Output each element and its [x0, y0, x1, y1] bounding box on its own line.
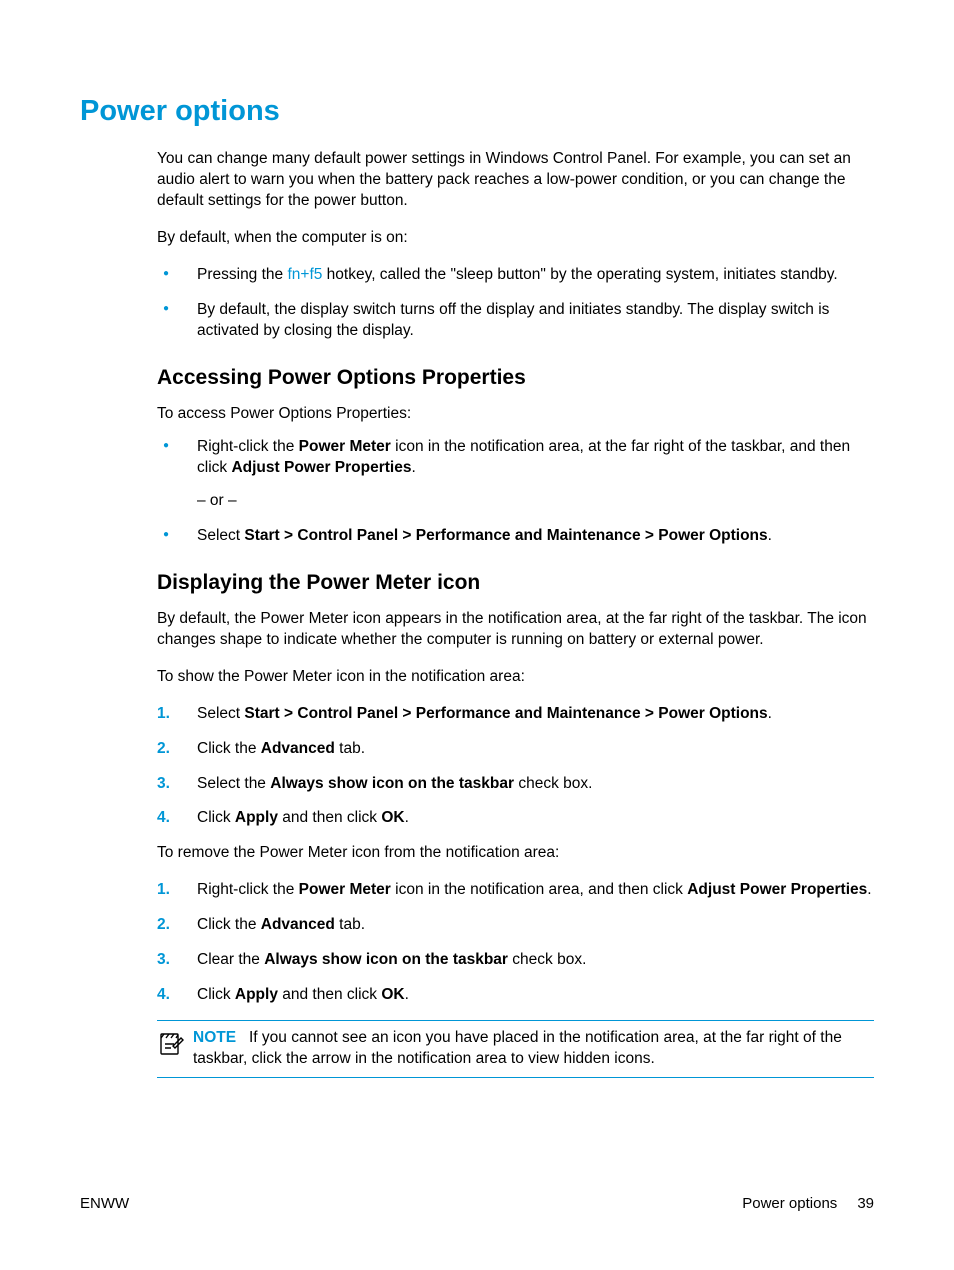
step-number: 3.: [157, 950, 170, 971]
bold-text: Apply: [235, 809, 278, 826]
step-text: Clear the: [197, 951, 264, 968]
page-title: Power options: [80, 92, 874, 131]
bold-text: Start > Control Panel > Performance and …: [244, 527, 767, 544]
step-text: tab.: [335, 740, 365, 757]
step-number: 2.: [157, 739, 170, 760]
step-text: tab.: [335, 916, 365, 933]
step-text: and then click: [278, 986, 381, 1003]
bullet-text: .: [768, 527, 772, 544]
bold-text: Adjust Power Properties: [687, 881, 867, 898]
note-body: NOTE If you cannot see an icon you have …: [193, 1028, 874, 1070]
step-text: Click: [197, 809, 235, 826]
list-item: 1. Right-click the Power Meter icon in th…: [157, 880, 874, 901]
footer-left: ENWW: [80, 1194, 129, 1214]
hotkey-link[interactable]: fn+f5: [287, 266, 322, 283]
bold-text: Advanced: [261, 740, 335, 757]
step-number: 3.: [157, 774, 170, 795]
list-item: Select Start > Control Panel > Performan…: [157, 526, 874, 547]
step-text: .: [867, 881, 871, 898]
list-item: 3. Select the Always show icon on the tas…: [157, 774, 874, 795]
footer-right: Power options 39: [742, 1194, 874, 1214]
step-number: 1.: [157, 880, 170, 901]
list-item: Pressing the fn+f5 hotkey, called the "s…: [157, 265, 874, 286]
intro-paragraph: You can change many default power settin…: [157, 149, 874, 212]
list-item: 4. Click Apply and then click OK.: [157, 985, 874, 1006]
remove-steps-list: 1. Right-click the Power Meter icon in th…: [157, 880, 874, 1006]
bold-text: OK: [381, 809, 404, 826]
bold-text: Adjust Power Properties: [231, 459, 411, 476]
list-item: 1. Select Start > Control Panel > Perform…: [157, 704, 874, 725]
step-text: .: [768, 705, 772, 722]
display-paragraph-3: To remove the Power Meter icon from the …: [157, 843, 874, 864]
step-number: 1.: [157, 704, 170, 725]
display-paragraph-1: By default, the Power Meter icon appears…: [157, 609, 874, 651]
step-number: 2.: [157, 915, 170, 936]
section-heading-displaying: Displaying the Power Meter icon: [157, 569, 874, 597]
step-text: check box.: [514, 775, 592, 792]
footer-section-name: Power options: [742, 1194, 837, 1214]
bullet-text: Select: [197, 527, 244, 544]
list-item: 3. Clear the Always show icon on the task…: [157, 950, 874, 971]
document-page: Power options You can change many defaul…: [0, 0, 954, 1078]
list-item: 2. Click the Advanced tab.: [157, 739, 874, 760]
access-intro: To access Power Options Properties:: [157, 404, 874, 425]
step-text: and then click: [278, 809, 381, 826]
step-number: 4.: [157, 985, 170, 1006]
step-text: .: [405, 809, 409, 826]
page-footer: ENWW Power options 39: [80, 1194, 874, 1214]
bullet-text: Pressing the: [197, 266, 287, 283]
or-separator: – or –: [197, 491, 874, 512]
bullet-text: .: [411, 459, 415, 476]
footer-page-number: 39: [857, 1194, 874, 1214]
note-text: If you cannot see an icon you have place…: [193, 1029, 842, 1067]
bold-text: Always show icon on the taskbar: [270, 775, 514, 792]
step-text: Select: [197, 705, 244, 722]
display-paragraph-2: To show the Power Meter icon in the noti…: [157, 667, 874, 688]
note-icon: [157, 1026, 193, 1058]
step-text: Click the: [197, 916, 261, 933]
step-number: 4.: [157, 808, 170, 829]
bold-text: Apply: [235, 986, 278, 1003]
list-item: 2. Click the Advanced tab.: [157, 915, 874, 936]
step-text: Click the: [197, 740, 261, 757]
list-item: 4. Click Apply and then click OK.: [157, 808, 874, 829]
intro-paragraph-2: By default, when the computer is on:: [157, 228, 874, 249]
bullet-text: By default, the display switch turns off…: [197, 301, 829, 339]
bold-text: Power Meter: [299, 438, 391, 455]
section-heading-accessing: Accessing Power Options Properties: [157, 364, 874, 392]
bold-text: Always show icon on the taskbar: [264, 951, 508, 968]
bullet-text: hotkey, called the "sleep button" by the…: [322, 266, 837, 283]
note-label: NOTE: [193, 1029, 236, 1046]
step-text: check box.: [508, 951, 586, 968]
bold-text: OK: [381, 986, 404, 1003]
intro-bullet-list: Pressing the fn+f5 hotkey, called the "s…: [157, 265, 874, 342]
note-block: NOTE If you cannot see an icon you have …: [157, 1020, 874, 1078]
bold-text: Start > Control Panel > Performance and …: [244, 705, 767, 722]
step-text: icon in the notification area, and then …: [391, 881, 687, 898]
step-text: Select the: [197, 775, 270, 792]
bold-text: Advanced: [261, 916, 335, 933]
bold-text: Power Meter: [299, 881, 391, 898]
bullet-text: Right-click the: [197, 438, 299, 455]
content-body: You can change many default power settin…: [80, 149, 874, 1078]
step-text: .: [405, 986, 409, 1003]
list-item: Right-click the Power Meter icon in the …: [157, 437, 874, 512]
access-bullet-list: Right-click the Power Meter icon in the …: [157, 437, 874, 547]
step-text: Right-click the: [197, 881, 299, 898]
step-text: Click: [197, 986, 235, 1003]
show-steps-list: 1. Select Start > Control Panel > Perform…: [157, 704, 874, 830]
list-item: By default, the display switch turns off…: [157, 300, 874, 342]
